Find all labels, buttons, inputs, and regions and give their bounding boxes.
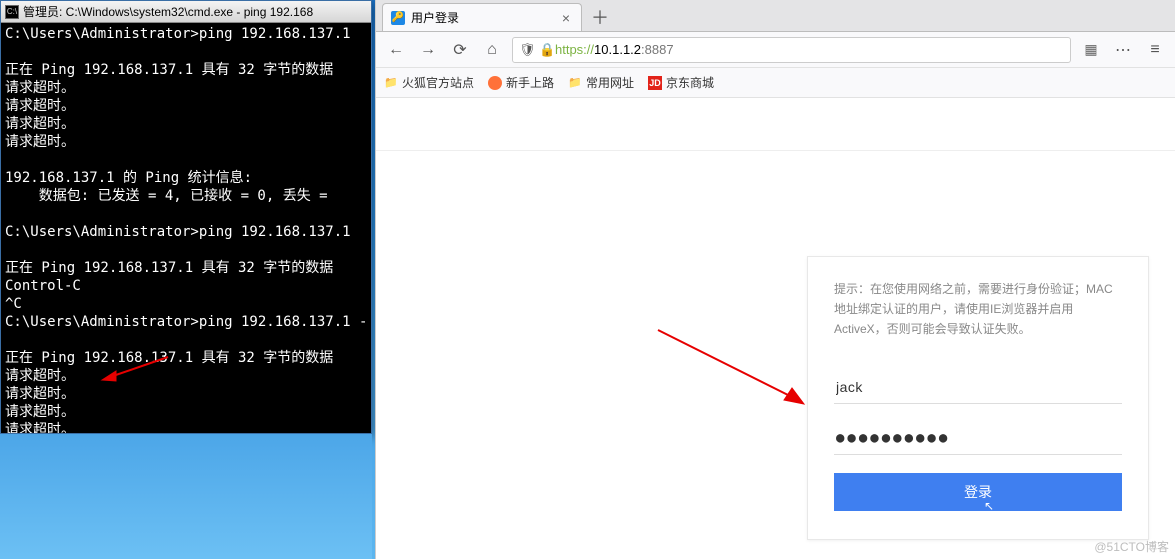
address-bar[interactable]: 🛡 🔒 https://10.1.1.2:8887 [512, 37, 1071, 63]
shield-icon: 🛡 [519, 42, 533, 58]
bookmark-label: 常用网址 [586, 74, 634, 91]
desktop-background [0, 434, 372, 559]
reload-button[interactable]: ⟳ [448, 38, 472, 62]
bookmark-getting-started[interactable]: 新手上路 [488, 74, 554, 91]
cmd-window: C:\ 管理员: C:\Windows\system32\cmd.exe - p… [0, 0, 372, 434]
tab-strip: 🔑 用户登录 × ＋ [376, 0, 1175, 32]
lock-icon: 🔑 [391, 11, 405, 25]
cmd-title: 管理员: C:\Windows\system32\cmd.exe - ping … [23, 3, 313, 20]
cursor-icon: ↖ [984, 499, 994, 513]
url-protocol: https:// [555, 42, 594, 57]
username-input[interactable] [834, 371, 1122, 404]
new-tab-button[interactable]: ＋ [588, 5, 612, 29]
annotation-arrow-right [656, 328, 806, 408]
login-card: 提示：在您使用网络之前，需要进行身份验证；MAC地址绑定认证的用户，请使用IE浏… [807, 256, 1149, 540]
padlock-icon: 🔒 [539, 42, 553, 58]
close-icon[interactable]: × [559, 10, 573, 26]
folder-icon [384, 76, 398, 90]
url-port: :8887 [641, 42, 674, 57]
cmd-output: C:\Users\Administrator>ping 192.168.137.… [1, 23, 371, 433]
bookmark-common-sites[interactable]: 常用网址 [568, 74, 634, 91]
url-host: 10.1.1.2 [594, 42, 641, 57]
bookmark-jd[interactable]: JD 京东商城 [648, 74, 714, 91]
login-button[interactable]: 登录 ↖ [834, 473, 1122, 511]
back-button[interactable]: ← [384, 38, 408, 62]
bookmark-label: 京东商城 [666, 74, 714, 91]
home-button[interactable]: ⌂ [480, 38, 504, 62]
bookmark-label: 新手上路 [506, 74, 554, 91]
password-input[interactable] [834, 422, 1122, 455]
tab-active[interactable]: 🔑 用户登录 × [382, 3, 582, 31]
cmd-titlebar[interactable]: C:\ 管理员: C:\Windows\system32\cmd.exe - p… [1, 1, 371, 23]
tab-title: 用户登录 [411, 9, 559, 26]
qr-icon[interactable]: ▦ [1079, 41, 1103, 58]
firefox-icon [488, 76, 502, 90]
browser-window: 🔑 用户登录 × ＋ ← → ⟳ ⌂ 🛡 🔒 https://10.1.1.2:… [375, 0, 1175, 559]
cmd-icon: C:\ [5, 5, 19, 19]
bookmark-firefox-official[interactable]: 火狐官方站点 [384, 74, 474, 91]
page-content: 提示：在您使用网络之前，需要进行身份验证；MAC地址绑定认证的用户，请使用IE浏… [376, 98, 1175, 559]
bookmark-label: 火狐官方站点 [402, 74, 474, 91]
jd-icon: JD [648, 76, 662, 90]
watermark: @51CTO博客 [1094, 538, 1169, 555]
hamburger-menu-button[interactable]: ≡ [1143, 41, 1167, 59]
login-hint: 提示：在您使用网络之前，需要进行身份验证；MAC地址绑定认证的用户，请使用IE浏… [834, 279, 1122, 339]
overflow-menu-button[interactable]: ⋯ [1111, 40, 1135, 60]
nav-bar: ← → ⟳ ⌂ 🛡 🔒 https://10.1.1.2:8887 ▦ ⋯ ≡ [376, 32, 1175, 68]
forward-button[interactable]: → [416, 38, 440, 62]
folder-icon [568, 76, 582, 90]
bookmark-bar: 火狐官方站点 新手上路 常用网址 JD 京东商城 [376, 68, 1175, 98]
content-separator [376, 150, 1175, 151]
